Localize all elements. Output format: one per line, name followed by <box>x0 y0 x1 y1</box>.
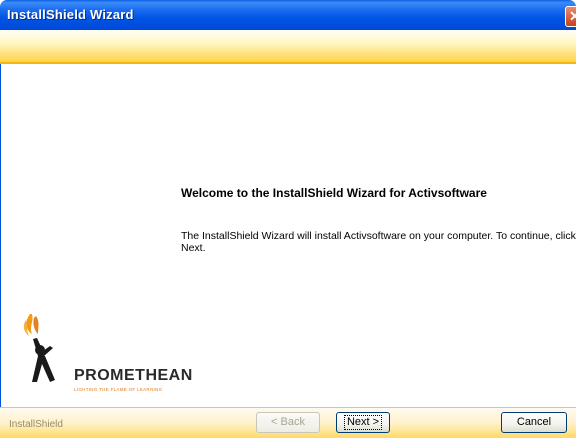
promethean-logo: PROMETHEAN LIGHTING THE FLAME OF LEARNIN… <box>20 312 193 398</box>
banner-divider <box>0 62 576 64</box>
title-bar[interactable]: InstallShield Wizard ✕ <box>0 0 576 30</box>
header-banner <box>0 30 576 62</box>
logo-tagline: LIGHTING THE FLAME OF LEARNING <box>74 387 163 392</box>
next-button[interactable]: Next > <box>336 412 390 433</box>
close-button[interactable]: ✕ <box>565 6 576 27</box>
next-button-label: Next > <box>343 415 383 430</box>
installshield-brand: InstallShield <box>9 419 63 430</box>
close-icon: ✕ <box>569 8 576 24</box>
window-title: InstallShield Wizard <box>7 7 134 22</box>
welcome-heading: Welcome to the InstallShield Wizard for … <box>181 186 487 200</box>
logo-wordmark: PROMETHEAN <box>74 367 193 384</box>
installer-window: InstallShield Wizard ✕ Welcome to the In… <box>0 0 576 438</box>
welcome-message: The InstallShield Wizard will install Ac… <box>181 230 576 254</box>
cancel-button[interactable]: Cancel <box>501 412 567 433</box>
flame-figure-icon <box>23 314 55 382</box>
back-button[interactable]: < Back <box>256 412 320 433</box>
footer-divider <box>0 407 576 408</box>
